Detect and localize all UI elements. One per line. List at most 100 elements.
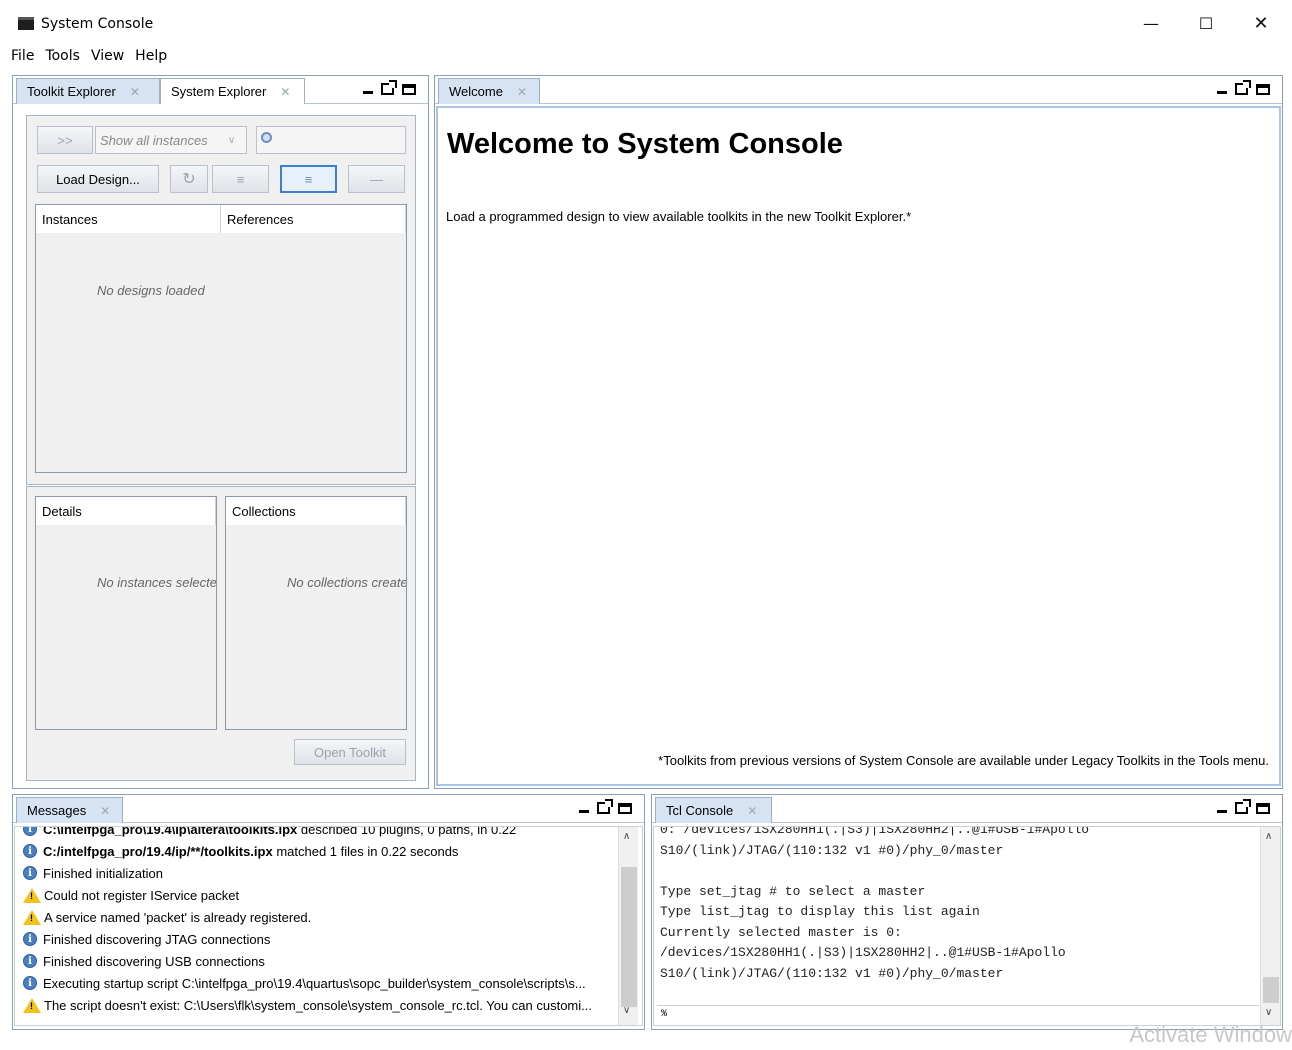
message-row[interactable]: i Executing startup script C:\intelfpga_p… bbox=[23, 972, 620, 994]
collections-column-header: Collections bbox=[226, 497, 406, 525]
menu-file[interactable]: File bbox=[11, 48, 34, 64]
detach-panel-icon[interactable] bbox=[1235, 799, 1251, 814]
close-tab-icon[interactable]: ✕ bbox=[517, 85, 527, 99]
message-row[interactable]: i Finished initialization bbox=[23, 862, 620, 884]
menu-tools[interactable]: Tools bbox=[45, 48, 80, 64]
message-path: C:/intelfpga_pro/19.4/ip/**/toolkits.ipx bbox=[43, 843, 273, 859]
tab-welcome[interactable]: Welcome ✕ bbox=[438, 78, 540, 104]
references-column-header[interactable]: References bbox=[221, 205, 406, 233]
message-text: matched 1 files in 0.22 seconds bbox=[272, 843, 459, 859]
no-designs-message: No designs loaded bbox=[97, 283, 205, 298]
search-icon bbox=[261, 132, 272, 143]
minimize-panel-icon[interactable] bbox=[1217, 810, 1227, 813]
chevron-down-icon: ∨ bbox=[228, 134, 236, 146]
tab-tcl-console[interactable]: Tcl Console ✕ bbox=[655, 797, 772, 823]
minimize-panel-icon[interactable] bbox=[579, 810, 589, 813]
message-text: The script doesn't exist: C:\Users\flk\s… bbox=[44, 997, 592, 1013]
legacy-toolkits-note: *Toolkits from previous versions of Syst… bbox=[658, 753, 1269, 768]
minimize-panel-icon[interactable] bbox=[363, 91, 373, 94]
info-icon: i bbox=[23, 844, 37, 858]
minimize-panel-icon[interactable] bbox=[1217, 91, 1227, 94]
welcome-tab-bar: Welcome ✕ bbox=[435, 76, 1282, 104]
tcl-tab-bar: Tcl Console ✕ bbox=[652, 795, 1282, 823]
tcl-output-area[interactable]: 0: /devices/1SX280HH1(.|S3)|1SX280HH2|..… bbox=[653, 826, 1281, 1026]
maximize-panel-icon[interactable] bbox=[1256, 84, 1270, 95]
tcl-output-line: Type list_jtag to display this list agai… bbox=[660, 904, 980, 919]
close-button[interactable]: ✕ bbox=[1238, 8, 1284, 38]
scroll-down-icon[interactable]: ∨ bbox=[1265, 1007, 1272, 1018]
scroll-up-icon[interactable]: ∧ bbox=[623, 831, 630, 842]
tab-toolkit-explorer[interactable]: Toolkit Explorer ✕ bbox=[16, 78, 160, 104]
details-section: Details No instances selected Collection… bbox=[26, 486, 416, 781]
close-tab-icon[interactable]: ✕ bbox=[130, 85, 140, 99]
message-row[interactable]: i C:\intelfpga_pro\19.4\ip\altera\toolkit… bbox=[23, 826, 620, 840]
instances-column-header[interactable]: Instances bbox=[36, 205, 221, 233]
open-toolkit-button[interactable]: Open Toolkit bbox=[294, 739, 406, 765]
no-collections-message: No collections created bbox=[287, 575, 406, 590]
refresh-icon[interactable]: ↻ bbox=[170, 165, 208, 193]
panel-controls bbox=[579, 799, 632, 814]
tab-system-explorer[interactable]: System Explorer ✕ bbox=[160, 78, 305, 104]
welcome-content: Welcome to System Console Load a program… bbox=[436, 106, 1281, 786]
activate-windows-watermark: Activate Window bbox=[1129, 1022, 1292, 1047]
maximize-panel-icon[interactable] bbox=[618, 803, 632, 814]
close-tab-icon[interactable]: ✕ bbox=[280, 85, 290, 99]
tcl-scrollbar[interactable]: ∧ ∨ bbox=[1260, 827, 1280, 1025]
message-path: C:\intelfpga_pro\19.4\ip\altera\toolkits… bbox=[43, 826, 298, 837]
info-icon: i bbox=[23, 827, 37, 836]
message-row[interactable]: ! A service named 'packet' is already reg… bbox=[23, 906, 620, 928]
instances-table: Instances References No designs loaded bbox=[35, 204, 407, 473]
window-title: System Console bbox=[41, 16, 154, 32]
maximize-panel-icon[interactable] bbox=[1256, 803, 1270, 814]
messages-panel: Messages ✕ i C:\intelfpga_pro\19.4\ip\alte… bbox=[12, 794, 645, 1030]
details-column-header: Details bbox=[36, 497, 216, 525]
tab-label: Toolkit Explorer bbox=[27, 84, 116, 99]
scroll-down-icon[interactable]: ∨ bbox=[623, 1005, 630, 1016]
scrollbar-thumb[interactable] bbox=[621, 867, 637, 1007]
detach-panel-icon[interactable] bbox=[381, 80, 397, 95]
console-app-icon bbox=[18, 17, 34, 30]
tab-label: Welcome bbox=[449, 84, 503, 99]
instance-filter-dropdown[interactable]: Show all instances ∨ bbox=[95, 126, 247, 154]
flat-view-icon[interactable]: — bbox=[348, 165, 405, 193]
close-tab-icon[interactable]: ✕ bbox=[100, 804, 110, 818]
panel-controls bbox=[363, 80, 416, 95]
menu-bar: File Tools View Help bbox=[0, 44, 1292, 68]
detach-panel-icon[interactable] bbox=[1235, 80, 1251, 95]
load-design-button[interactable]: Load Design... bbox=[37, 165, 159, 193]
welcome-intro: Load a programmed design to view availab… bbox=[446, 209, 912, 224]
scroll-up-icon[interactable]: ∧ bbox=[1265, 831, 1272, 842]
maximize-button[interactable]: ☐ bbox=[1183, 8, 1229, 38]
tcl-output-line: Type set_jtag # to select a master bbox=[660, 883, 926, 899]
title-bar: System Console — ☐ ✕ bbox=[0, 0, 1292, 44]
panel-controls bbox=[1217, 799, 1270, 814]
menu-help[interactable]: Help bbox=[135, 48, 167, 64]
search-input[interactable] bbox=[256, 126, 406, 154]
menu-view[interactable]: View bbox=[91, 48, 124, 64]
message-row[interactable]: i Finished discovering USB connections bbox=[23, 950, 620, 972]
tab-label: System Explorer bbox=[171, 84, 267, 99]
message-row[interactable]: i Finished discovering JTAG connections bbox=[23, 928, 620, 950]
tab-messages[interactable]: Messages ✕ bbox=[16, 797, 123, 823]
minimize-button[interactable]: — bbox=[1128, 8, 1174, 38]
messages-scrollbar[interactable]: ∧ ∨ bbox=[618, 827, 638, 1025]
message-row[interactable]: i C:/intelfpga_pro/19.4/ip/**/toolkits.ip… bbox=[23, 840, 620, 862]
hierarchy-view-icon[interactable]: ≡ bbox=[280, 165, 337, 193]
filter-dropdown-value: Show all instances bbox=[100, 132, 208, 148]
close-tab-icon[interactable]: ✕ bbox=[747, 804, 757, 818]
expand-button[interactable]: >> bbox=[37, 126, 93, 154]
scrollbar-thumb[interactable] bbox=[1263, 977, 1279, 1003]
tab-label: Messages bbox=[27, 803, 87, 818]
message-row[interactable]: ! The script doesn't exist: C:\Users\flk\… bbox=[23, 994, 620, 1016]
tree-view-icon[interactable]: ≡ bbox=[212, 165, 269, 193]
tcl-output-line: /devices/1SX280HH1(.|S3)|1SX280HH2|..@1#… bbox=[660, 945, 1066, 960]
maximize-panel-icon[interactable] bbox=[402, 84, 416, 95]
messages-tab-bar: Messages ✕ bbox=[13, 795, 644, 823]
detach-panel-icon[interactable] bbox=[597, 799, 613, 814]
info-icon: i bbox=[23, 932, 37, 946]
tab-label: Tcl Console bbox=[666, 803, 734, 818]
message-row[interactable]: ! Could not register IService packet bbox=[23, 884, 620, 906]
message-text: Finished discovering JTAG connections bbox=[43, 931, 271, 947]
message-text: A service named 'packet' is already regi… bbox=[44, 909, 312, 925]
tcl-command-input[interactable]: % bbox=[657, 1005, 1259, 1023]
